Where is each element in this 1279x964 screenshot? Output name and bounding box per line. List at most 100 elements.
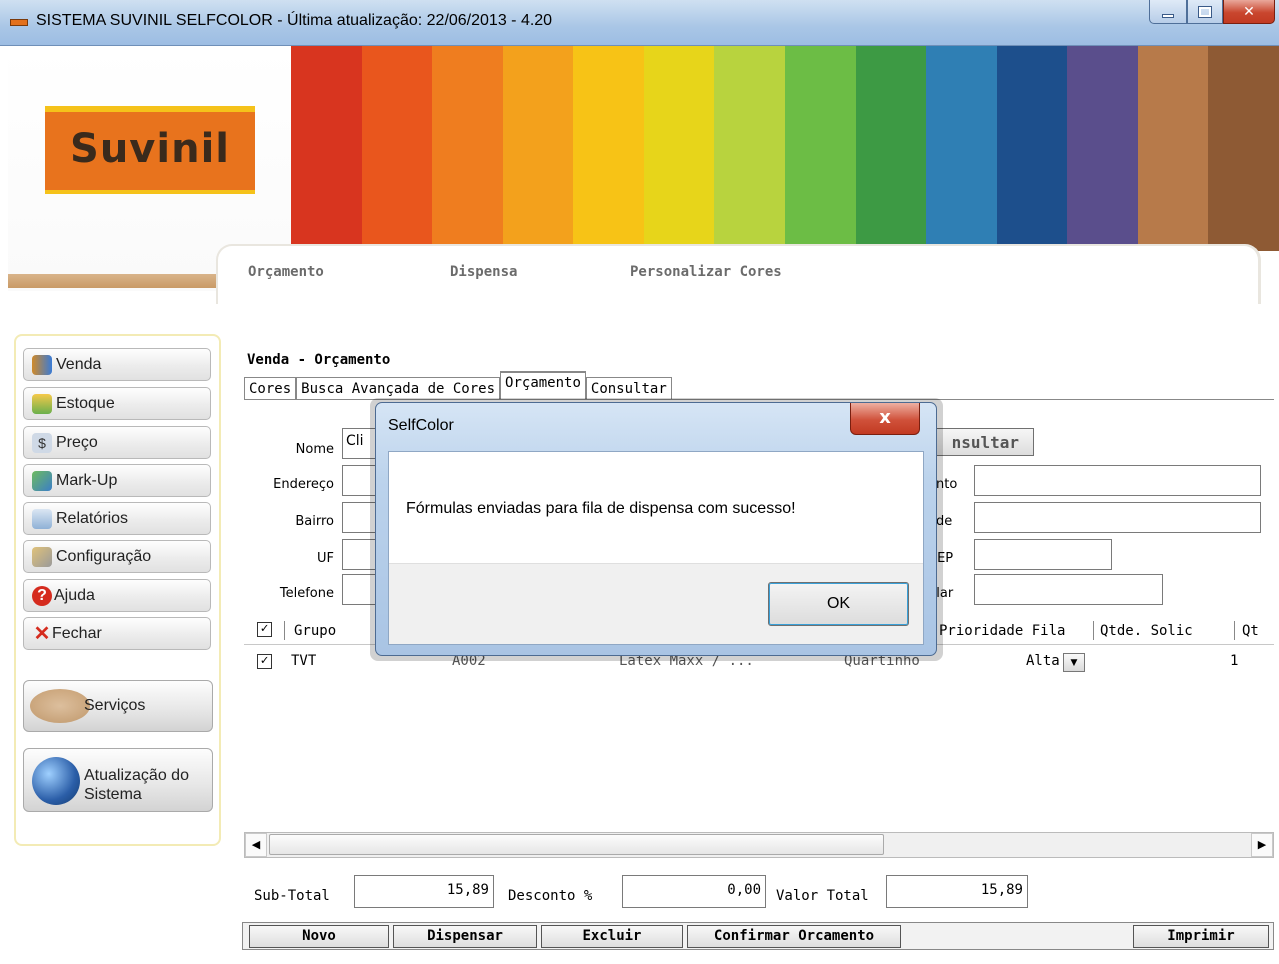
reports-icon xyxy=(32,508,52,529)
sidebar-item-estoque[interactable]: Estoque xyxy=(23,387,211,420)
page-title: Venda - Orçamento xyxy=(247,352,391,368)
header-prioridade-fila[interactable]: Prioridade Fila xyxy=(939,623,1065,639)
minimize-button[interactable] xyxy=(1149,0,1187,24)
scroll-right-icon[interactable]: ▶ xyxy=(1251,833,1273,857)
novo-button[interactable]: Novo xyxy=(249,925,389,948)
scroll-left-icon[interactable]: ◀ xyxy=(245,833,267,857)
globe-icon xyxy=(32,757,80,805)
color-stripes-banner xyxy=(291,46,1279,251)
column-divider xyxy=(1093,621,1094,640)
confirmar-orcamento-button[interactable]: Confirmar Orcamento xyxy=(687,925,901,948)
celular-field[interactable] xyxy=(974,574,1163,605)
sidebar-item-mark-up[interactable]: Mark-Up xyxy=(23,464,211,497)
logo-text: Suvinil xyxy=(70,126,230,172)
window-title: SISTEMA SUVINIL SELFCOLOR - Última atual… xyxy=(36,12,553,29)
menu-dispensa[interactable]: Dispensa xyxy=(450,264,517,280)
banner-color-stripe xyxy=(361,46,433,251)
suvinil-logo: Suvinil xyxy=(45,106,255,194)
header-grupo[interactable]: Grupo xyxy=(294,623,336,639)
cell-grupo: TVT xyxy=(291,653,317,669)
banner-color-stripe xyxy=(1137,46,1209,251)
column-divider xyxy=(1234,621,1235,640)
close-icon: x xyxy=(879,407,891,428)
cidade-field[interactable] xyxy=(974,502,1261,533)
sidebar-item-relatorios[interactable]: Relatórios xyxy=(23,502,211,535)
close-icon: ✕ xyxy=(1243,3,1255,20)
tab-busca-avancada[interactable]: Busca Avançada de Cores xyxy=(296,377,501,399)
dialog-footer: OK xyxy=(389,563,923,644)
dialog-body: Fórmulas enviadas para fila de dispensa … xyxy=(388,451,924,645)
minimize-icon xyxy=(1162,13,1174,18)
atualizacao-label-2: Sistema xyxy=(84,786,142,803)
label-telefone: Telefone xyxy=(279,586,334,601)
sidebar: Venda Estoque $ Preço Mark-Up Relatórios… xyxy=(14,334,221,846)
sidebar-item-label: Mark-Up xyxy=(56,471,118,489)
sidebar-item-fechar[interactable]: ✕ Fechar xyxy=(23,617,211,650)
header-banner: Suvinil xyxy=(8,46,1279,306)
dialog-close-button[interactable]: x xyxy=(850,403,920,435)
window-close-button[interactable]: ✕ xyxy=(1223,0,1275,24)
chevron-down-icon[interactable]: ▼ xyxy=(1063,653,1085,672)
valor-total-field[interactable]: 15,89 xyxy=(886,875,1028,908)
label-valor-total: Valor Total xyxy=(776,888,869,904)
menu-personalizar-cores[interactable]: Personalizar Cores xyxy=(630,264,782,280)
window-controls: ✕ xyxy=(1149,0,1275,24)
close-x-icon: ✕ xyxy=(33,622,51,645)
horizontal-scrollbar[interactable]: ◀ ▶ xyxy=(244,832,1274,858)
header-qt[interactable]: Qt xyxy=(1242,623,1259,639)
maximize-button[interactable] xyxy=(1187,0,1223,24)
tab-orcamento[interactable]: Orçamento xyxy=(500,371,586,399)
label-subtotal: Sub-Total xyxy=(254,888,330,904)
complemento-field[interactable] xyxy=(974,465,1261,496)
menu-orcamento[interactable]: Orçamento xyxy=(248,264,324,280)
form-tabs: Cores Busca Avançada de Cores Orçamento … xyxy=(244,371,672,399)
banner-color-stripe xyxy=(643,46,715,251)
consultar-button[interactable]: nsultar xyxy=(928,428,1034,456)
banner-color-stripe xyxy=(996,46,1068,251)
cell-qtde: 1 xyxy=(1230,653,1239,669)
wrench-icon xyxy=(32,546,52,567)
cep-field[interactable] xyxy=(974,539,1112,570)
label-endereco: Endereço xyxy=(273,477,334,492)
sidebar-item-label: Ajuda xyxy=(54,586,95,604)
banner-color-stripe xyxy=(432,46,503,251)
tab-cores[interactable]: Cores xyxy=(244,377,297,399)
sidebar-item-configuracao[interactable]: Configuração xyxy=(23,540,211,573)
dispensar-button[interactable]: Dispensar xyxy=(393,925,537,948)
cell-prioridade[interactable]: Alta xyxy=(1026,653,1060,669)
label-bairro: Bairro xyxy=(295,514,334,529)
atualizacao-sistema-button[interactable]: Atualização do Sistema xyxy=(23,748,213,812)
excluir-button[interactable]: Excluir xyxy=(541,925,683,948)
banner-color-stripe xyxy=(784,46,856,251)
desconto-field[interactable]: 0,00 xyxy=(622,875,766,908)
imprimir-button[interactable]: Imprimir xyxy=(1133,925,1269,948)
scrollbar-thumb[interactable] xyxy=(269,834,884,855)
sidebar-item-preco[interactable]: $ Preço xyxy=(23,426,211,459)
header-qtde-solic[interactable]: Qtde. Solic xyxy=(1100,623,1193,639)
banner-color-stripe xyxy=(714,46,785,251)
servicos-button[interactable]: Serviços xyxy=(23,680,213,732)
ok-button[interactable]: OK xyxy=(768,582,909,626)
sidebar-item-label: Relatórios xyxy=(56,509,129,527)
select-all-checkbox[interactable]: ✓ xyxy=(257,622,272,637)
sidebar-item-ajuda[interactable]: ? Ajuda xyxy=(23,579,211,612)
label-nome: Nome xyxy=(295,442,334,457)
banner-color-stripe xyxy=(1067,46,1138,251)
sidebar-item-label: Estoque xyxy=(56,394,115,412)
subtotal-field[interactable]: 15,89 xyxy=(354,875,494,908)
action-bar: Novo Dispensar Excluir Confirmar Orcamen… xyxy=(242,922,1274,950)
banner-color-stripe xyxy=(573,46,644,251)
atualizacao-label-1: Atualização do xyxy=(84,767,189,784)
banner-color-stripe xyxy=(502,46,574,251)
tab-consultar[interactable]: Consultar xyxy=(585,377,672,399)
label-uf: UF xyxy=(317,551,334,566)
sidebar-item-venda[interactable]: Venda xyxy=(23,348,211,381)
banner-color-stripe xyxy=(855,46,927,251)
row-checkbox[interactable]: ✓ xyxy=(257,654,272,669)
window-titlebar[interactable]: SISTEMA SUVINIL SELFCOLOR - Última atual… xyxy=(0,0,1279,46)
sidebar-item-label: Venda xyxy=(56,355,102,373)
app-icon xyxy=(10,19,28,26)
help-icon: ? xyxy=(32,585,52,606)
servicos-swoosh-icon xyxy=(30,689,90,723)
label-desconto: Desconto % xyxy=(508,888,593,904)
